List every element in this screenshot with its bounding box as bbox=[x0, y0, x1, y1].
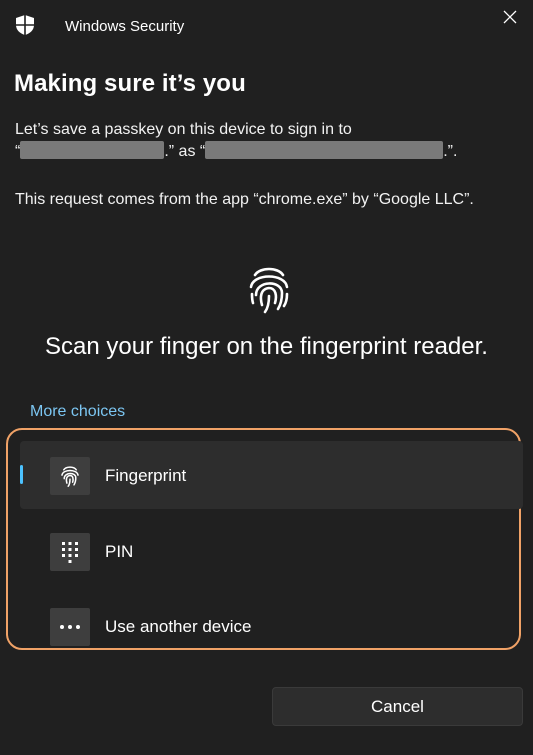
more-dots-icon bbox=[60, 625, 80, 629]
title-bar: Windows Security bbox=[0, 0, 533, 52]
passkey-target-line: “.” as “.”. bbox=[15, 141, 457, 163]
keypad-icon bbox=[62, 542, 78, 563]
close-icon bbox=[503, 10, 517, 24]
quote-close: .”. bbox=[443, 143, 458, 160]
option-pin[interactable]: PIN bbox=[20, 517, 523, 585]
fingerprint-icon bbox=[61, 466, 79, 487]
option-label: Fingerprint bbox=[105, 466, 187, 485]
window-title: Windows Security bbox=[65, 18, 185, 35]
option-label: PIN bbox=[105, 542, 134, 561]
request-source-text: This request comes from the app “chrome.… bbox=[15, 191, 474, 208]
passkey-message-line: Let’s save a passkey on this device to s… bbox=[15, 121, 352, 138]
quote-as: .” as “ bbox=[164, 143, 206, 160]
fingerprint-option-icon bbox=[50, 457, 90, 495]
scan-instruction: Scan your finger on the fingerprint read… bbox=[45, 333, 488, 360]
dialog-heading: Making sure it’s you bbox=[14, 70, 246, 97]
more-choices-link[interactable]: More choices bbox=[30, 403, 125, 421]
selection-indicator bbox=[20, 465, 23, 484]
fingerprint-icon bbox=[249, 267, 289, 314]
redacted-account bbox=[205, 141, 444, 160]
option-another-device[interactable]: Use another device bbox=[20, 592, 523, 660]
cancel-button[interactable]: Cancel bbox=[272, 687, 523, 726]
redacted-site bbox=[20, 141, 165, 160]
another-device-option-icon bbox=[50, 608, 90, 646]
pin-option-icon bbox=[50, 533, 90, 571]
close-button[interactable] bbox=[487, 0, 533, 34]
shield-icon bbox=[16, 15, 34, 35]
option-label: Use another device bbox=[105, 617, 252, 636]
option-fingerprint[interactable]: Fingerprint bbox=[20, 441, 523, 509]
